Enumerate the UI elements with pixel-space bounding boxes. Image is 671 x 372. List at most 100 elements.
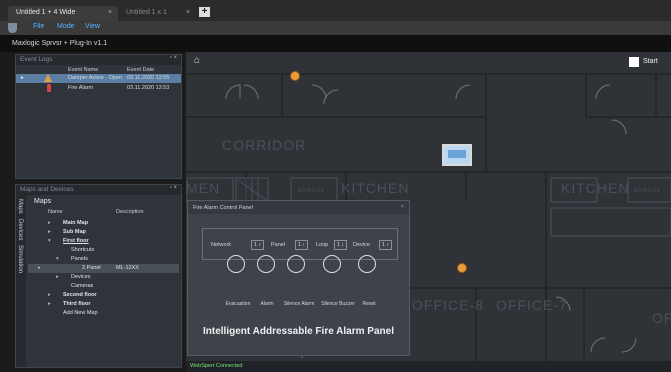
tree-label: First floor: [63, 238, 89, 244]
silence-alarm-button[interactable]: [287, 255, 305, 273]
tree-item-2-panel[interactable]: ▸ 2.Panel ML-12XX: [28, 264, 179, 273]
tree-item-add-new-map[interactable]: Add New Map: [28, 309, 179, 318]
event-logs-header: Event Logs ▫ ×: [16, 55, 181, 65]
expand-icon[interactable]: ▸: [56, 274, 59, 280]
collapse-icon[interactable]: ▾: [48, 238, 51, 244]
device-stepper[interactable]: 1 ↕: [379, 240, 392, 250]
side-tab-maps[interactable]: Maps: [17, 199, 23, 214]
side-tab-devices[interactable]: Devices: [17, 219, 23, 240]
row-selected-icon: ▸: [21, 75, 24, 81]
tree-item-sub-map[interactable]: ▸ Sub Map: [28, 228, 179, 237]
col-event-name[interactable]: Event Name: [68, 67, 98, 73]
panel-controls-icon[interactable]: ▫ ×: [170, 185, 177, 191]
reset-button[interactable]: [358, 255, 376, 273]
collapse-icon[interactable]: ▾: [56, 256, 59, 262]
side-tabs: Maps Devices Simulation: [16, 195, 26, 367]
network-stepper[interactable]: 1 ↕: [251, 240, 264, 250]
tree-item-devices[interactable]: ▸ Devices: [28, 273, 179, 282]
event-logs-panel: Event Logs ▫ × Event Name Event Date ▸ D…: [15, 54, 182, 179]
tree-item-main-map[interactable]: ▸ Main Map: [28, 219, 179, 228]
network-label: Network: [211, 242, 232, 248]
tree-label: Devices: [71, 274, 91, 280]
tree-item-first-floor[interactable]: ▾ First floor: [28, 237, 179, 246]
expand-icon[interactable]: ▸: [48, 292, 51, 298]
fire-panel-title: Fire Alarm Control Panel: [193, 205, 253, 211]
col-event-date[interactable]: Event Date: [127, 67, 154, 73]
device-label: Device: [353, 242, 370, 248]
room-label-kitchen: KITCHEN: [341, 180, 410, 196]
warning-icon: [44, 74, 52, 82]
expand-icon[interactable]: ▸: [48, 220, 51, 226]
tab-label: Untitled 1 x 1: [126, 9, 167, 16]
col-name[interactable]: Name: [48, 209, 63, 215]
tree-label: Panels: [71, 256, 88, 262]
tree-item-shortcuts[interactable]: Shortcuts: [28, 246, 179, 255]
tree-item-cameras[interactable]: Cameras: [28, 282, 179, 291]
tree-label: Cameras: [71, 283, 94, 289]
maps-panel-title: Maps and Devices: [20, 186, 74, 193]
tab-untitled-1x1[interactable]: Untitled 1 x 1 ×: [118, 6, 196, 21]
device-label: ASMSOE: [298, 188, 326, 194]
silence-buzzer-button[interactable]: [323, 255, 341, 273]
evacuation-button[interactable]: [227, 255, 245, 273]
fire-alarm-control-panel: Fire Alarm Control Panel × Network 1 ↕ P…: [187, 200, 410, 356]
tree-label: Second floor: [63, 292, 97, 298]
tree-label: Sub Map: [63, 229, 86, 235]
room-label-office-8: OFFICE-8: [412, 297, 484, 313]
menu-bar: File Mode View: [0, 21, 671, 35]
alarm-device-icon[interactable]: [457, 263, 467, 273]
tab-untitled-wide[interactable]: Untitled 1 + 4 Wide ×: [8, 6, 118, 21]
tree-item-third-floor[interactable]: ▸ Third floor: [28, 300, 179, 309]
start-icon: [629, 57, 639, 67]
app-title: Maxlogic Sprvsr + Plug-In v1.1: [0, 35, 671, 52]
expand-icon[interactable]: ▸: [48, 229, 51, 235]
maps-section-title: Maps: [34, 198, 52, 205]
loop-stepper[interactable]: 1 ↕: [334, 240, 347, 250]
device-label: ASMSOE: [634, 188, 662, 194]
tree-item-second-floor[interactable]: ▸ Second floor: [28, 291, 179, 300]
col-description[interactable]: Description: [116, 209, 144, 215]
tree-label: Third floor: [63, 301, 91, 307]
tree-label: 2.Panel: [82, 265, 101, 271]
menu-view[interactable]: View: [85, 23, 100, 30]
event-row[interactable]: Fire Alarm 03.11.2020 12:53: [16, 84, 181, 93]
row-selected-icon: ▸: [38, 265, 41, 271]
panel-controls-icon[interactable]: ▫ ×: [170, 55, 177, 61]
evacuation-label: Evacuation: [225, 301, 251, 307]
tree-description: ML-12XX: [116, 265, 139, 271]
loop-label: Loop: [316, 242, 329, 248]
menu-file[interactable]: File: [33, 23, 44, 30]
event-row[interactable]: ▸ Damper Active - Open 03.11.2020 12:55: [16, 74, 181, 83]
alarm-button[interactable]: [257, 255, 275, 273]
menu-mode[interactable]: Mode: [57, 23, 75, 30]
add-tab-icon[interactable]: +: [199, 7, 210, 17]
tab-bar: Untitled 1 + 4 Wide × Untitled 1 x 1 × +: [0, 0, 671, 21]
tree-label: Shortcuts: [71, 247, 95, 253]
tree-item-panels[interactable]: ▾ Panels: [28, 255, 179, 264]
start-label: Start: [643, 58, 658, 65]
maps-devices-panel: Maps and Devices ▫ × Maps Devices Simula…: [15, 184, 182, 368]
close-icon[interactable]: ×: [401, 204, 404, 210]
event-name: Fire Alarm: [68, 85, 94, 91]
tree-label: Main Map: [63, 220, 89, 226]
shield-logo-icon: [8, 23, 17, 33]
panel-stepper[interactable]: 1 ↕: [295, 240, 308, 250]
fire-panel-footer-title: Intelligent Addressable Fire Alarm Panel: [203, 326, 394, 337]
side-tab-simulation[interactable]: Simulation: [17, 245, 23, 273]
maps-columns: Name Description: [28, 208, 181, 217]
home-icon[interactable]: ⌂: [194, 56, 204, 66]
silence-alarm-label: Silence Alarm: [283, 301, 315, 307]
fire-panel-device-icon[interactable]: [442, 144, 472, 166]
event-date: 03.11.2020 12:55: [127, 75, 170, 81]
room-label-of: OF: [652, 310, 671, 326]
close-icon[interactable]: ×: [108, 9, 112, 16]
start-button[interactable]: Start: [629, 57, 671, 69]
room-label-corridor: CORRIDOR: [222, 137, 307, 153]
expand-icon[interactable]: ▸: [48, 301, 51, 307]
event-name: Damper Active - Open: [68, 75, 123, 81]
reset-label: Reset: [362, 301, 376, 307]
maps-header: Maps and Devices ▫ ×: [16, 185, 181, 195]
alarm-label: Alarm: [260, 301, 274, 307]
close-icon[interactable]: ×: [186, 9, 190, 16]
alarm-device-icon[interactable]: [290, 71, 300, 81]
